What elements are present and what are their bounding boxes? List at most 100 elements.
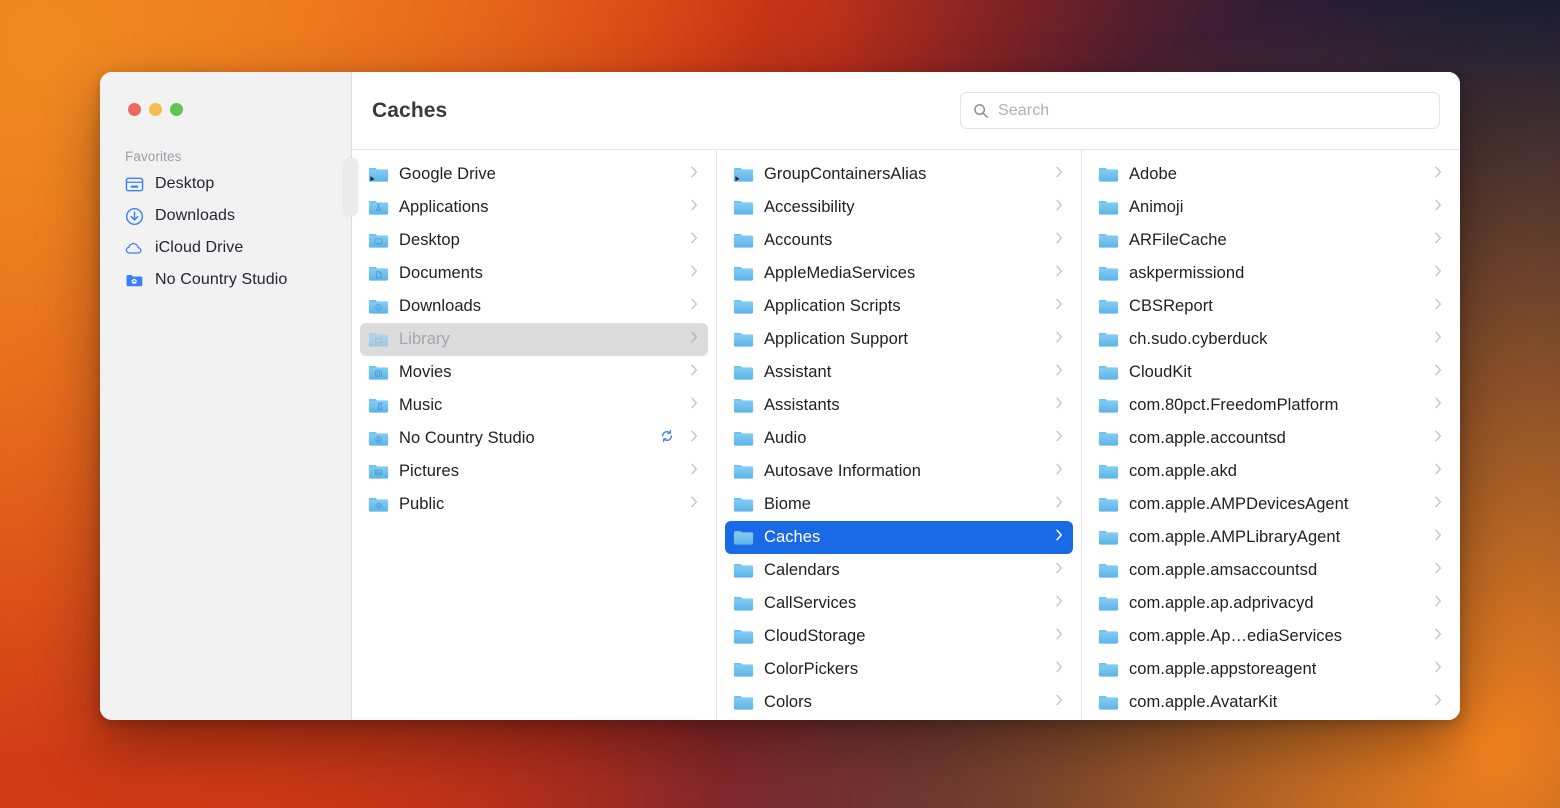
column-row[interactable]: com.apple.accountsd (1090, 422, 1452, 455)
column-row[interactable]: com.apple.AvatarKit (1090, 686, 1452, 719)
column-row[interactable]: com.apple.akd (1090, 455, 1452, 488)
chevron-right-icon[interactable] (1055, 693, 1065, 712)
column-row[interactable]: Applications (360, 191, 708, 224)
column-row[interactable]: Colors (725, 686, 1073, 719)
column-row[interactable]: Documents (360, 257, 708, 290)
chevron-right-icon[interactable] (1434, 660, 1444, 679)
chevron-right-icon[interactable] (1434, 561, 1444, 580)
chevron-right-icon[interactable] (1055, 429, 1065, 448)
column-row[interactable]: No Country Studio (360, 422, 708, 455)
column-row[interactable]: Biome (725, 488, 1073, 521)
sidebar-scroll-nub[interactable] (344, 158, 358, 216)
chevron-right-icon[interactable] (1055, 297, 1065, 316)
column-row[interactable]: Desktop (360, 224, 708, 257)
chevron-right-icon[interactable] (1055, 363, 1065, 382)
chevron-right-icon[interactable] (1434, 264, 1444, 283)
chevron-right-icon[interactable] (1434, 462, 1444, 481)
column-row[interactable]: Accessibility (725, 191, 1073, 224)
column-row[interactable]: CloudStorage (725, 620, 1073, 653)
chevron-right-icon[interactable] (690, 462, 700, 481)
column-row[interactable]: askpermissiond (1090, 257, 1452, 290)
column-row[interactable]: com.apple.Ap…ediaServices (1090, 620, 1452, 653)
column-row[interactable]: Assistants (725, 389, 1073, 422)
chevron-right-icon[interactable] (690, 396, 700, 415)
column-row[interactable]: ColorPickers (725, 653, 1073, 686)
chevron-right-icon[interactable] (1434, 627, 1444, 646)
column-row[interactable]: com.apple.amsaccountsd (1090, 554, 1452, 587)
sidebar-item-icloud-drive[interactable]: iCloud Drive (100, 232, 351, 264)
sidebar-item-desktop[interactable]: Desktop (100, 168, 351, 200)
chevron-right-icon[interactable] (1055, 660, 1065, 679)
chevron-right-icon[interactable] (690, 429, 700, 448)
chevron-right-icon[interactable] (690, 165, 700, 184)
chevron-right-icon[interactable] (690, 363, 700, 382)
column-row[interactable]: CallServices (725, 587, 1073, 620)
column-row[interactable]: Audio (725, 422, 1073, 455)
column-row[interactable]: Caches (725, 521, 1073, 554)
chevron-right-icon[interactable] (1055, 561, 1065, 580)
column-row[interactable]: com.apple.ap.adprivacyd (1090, 587, 1452, 620)
minimize-button[interactable] (149, 103, 162, 116)
column-row[interactable]: Accounts (725, 224, 1073, 257)
column-row[interactable]: Animoji (1090, 191, 1452, 224)
column-row[interactable]: com.apple.appstoreagent (1090, 653, 1452, 686)
column-row[interactable]: com.apple.AMPLibraryAgent (1090, 521, 1452, 554)
column-row[interactable]: Library (360, 323, 708, 356)
column-row[interactable]: Music (360, 389, 708, 422)
column-row[interactable]: com.apple.AMPDevicesAgent (1090, 488, 1452, 521)
chevron-right-icon[interactable] (1055, 528, 1065, 547)
maximize-button[interactable] (170, 103, 183, 116)
chevron-right-icon[interactable] (1055, 198, 1065, 217)
search-input[interactable]: Search (998, 102, 1049, 120)
chevron-right-icon[interactable] (690, 297, 700, 316)
column-row[interactable]: Downloads (360, 290, 708, 323)
chevron-right-icon[interactable] (1434, 396, 1444, 415)
sidebar-item-no-country-studio[interactable]: No Country Studio (100, 264, 351, 296)
column-row[interactable]: ARFileCache (1090, 224, 1452, 257)
chevron-right-icon[interactable] (1055, 594, 1065, 613)
column-row[interactable]: com.80pct.FreedomPlatform (1090, 389, 1452, 422)
column-row[interactable]: Autosave Information (725, 455, 1073, 488)
column-row[interactable]: AppleMediaServices (725, 257, 1073, 290)
column-row[interactable]: Public (360, 488, 708, 521)
chevron-right-icon[interactable] (1434, 594, 1444, 613)
column-row[interactable]: GroupContainersAlias (725, 158, 1073, 191)
chevron-right-icon[interactable] (1055, 495, 1065, 514)
chevron-right-icon[interactable] (690, 264, 700, 283)
chevron-right-icon[interactable] (1434, 363, 1444, 382)
column-row[interactable]: Movies (360, 356, 708, 389)
chevron-right-icon[interactable] (1055, 462, 1065, 481)
chevron-right-icon[interactable] (1434, 495, 1444, 514)
chevron-right-icon[interactable] (1434, 528, 1444, 547)
chevron-right-icon[interactable] (1434, 429, 1444, 448)
search-field[interactable]: Search (960, 92, 1440, 129)
column-row[interactable]: ch.sudo.cyberduck (1090, 323, 1452, 356)
column-row[interactable]: Google Drive (360, 158, 708, 191)
chevron-right-icon[interactable] (1434, 693, 1444, 712)
chevron-right-icon[interactable] (1055, 330, 1065, 349)
chevron-right-icon[interactable] (690, 330, 700, 349)
chevron-right-icon[interactable] (690, 198, 700, 217)
column-row[interactable]: Pictures (360, 455, 708, 488)
column-row[interactable]: Application Support (725, 323, 1073, 356)
chevron-right-icon[interactable] (690, 231, 700, 250)
chevron-right-icon[interactable] (1434, 297, 1444, 316)
chevron-right-icon[interactable] (1434, 198, 1444, 217)
chevron-right-icon[interactable] (1434, 231, 1444, 250)
column-row[interactable]: Application Scripts (725, 290, 1073, 323)
chevron-right-icon[interactable] (1055, 165, 1065, 184)
column-row[interactable]: Adobe (1090, 158, 1452, 191)
sidebar-item-downloads[interactable]: Downloads (100, 200, 351, 232)
column-row[interactable]: CBSReport (1090, 290, 1452, 323)
chevron-right-icon[interactable] (1055, 264, 1065, 283)
column-row[interactable]: CloudKit (1090, 356, 1452, 389)
chevron-right-icon[interactable] (1055, 627, 1065, 646)
column-row[interactable]: Assistant (725, 356, 1073, 389)
chevron-right-icon[interactable] (1055, 396, 1065, 415)
chevron-right-icon[interactable] (690, 495, 700, 514)
chevron-right-icon[interactable] (1434, 330, 1444, 349)
column-row[interactable]: Calendars (725, 554, 1073, 587)
close-button[interactable] (128, 103, 141, 116)
chevron-right-icon[interactable] (1055, 231, 1065, 250)
chevron-right-icon[interactable] (1434, 165, 1444, 184)
